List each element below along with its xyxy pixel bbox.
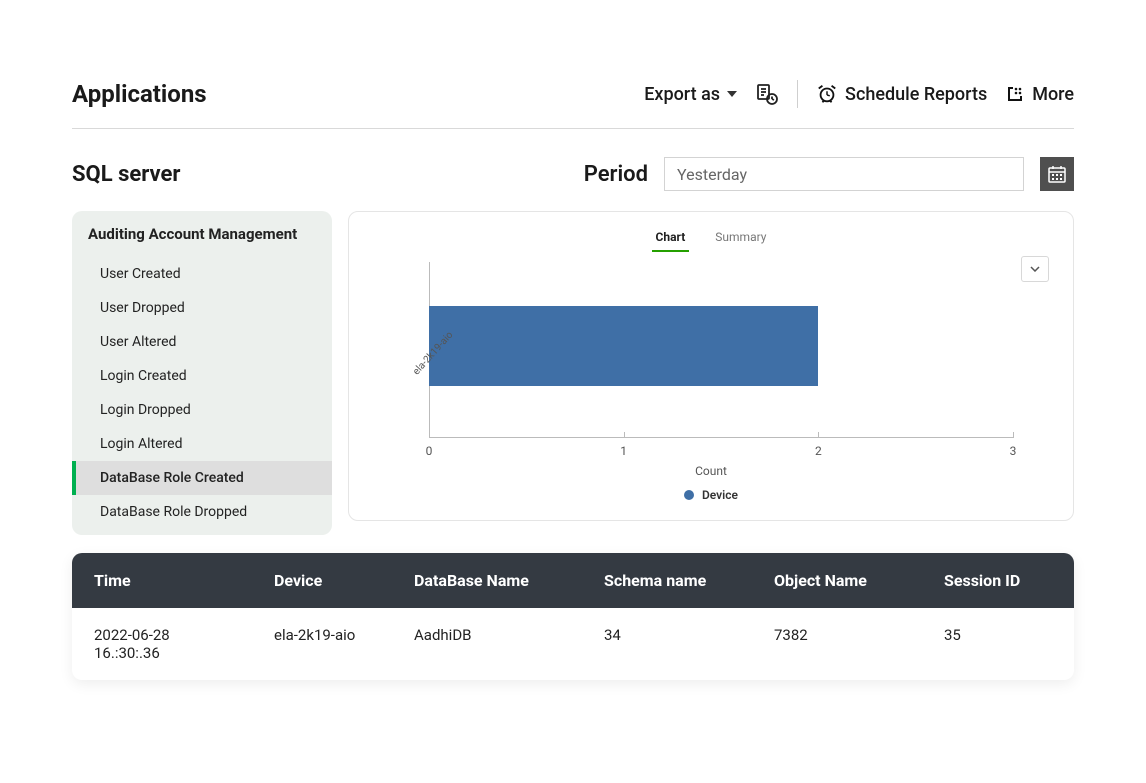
sidebar-item-user-dropped[interactable]: User Dropped — [72, 291, 332, 325]
chart-card: ChartSummary 0123ela-2k19-aio Count Devi… — [348, 211, 1074, 521]
chart-legend: Device — [369, 488, 1053, 502]
legend-swatch — [684, 490, 694, 500]
col-time[interactable]: Time — [72, 553, 252, 608]
x-axis — [429, 437, 1013, 438]
period-label: Period — [584, 162, 648, 187]
legend-label: Device — [702, 488, 738, 502]
sidebar-item-database-role-created[interactable]: DataBase Role Created — [72, 461, 332, 495]
sidebar-item-user-created[interactable]: User Created — [72, 257, 332, 291]
schedule-reports-button[interactable]: Schedule Reports — [816, 83, 987, 105]
caret-down-icon — [727, 91, 737, 97]
export-as-button[interactable]: Export as — [644, 84, 737, 105]
x-tick — [1013, 432, 1014, 438]
chevron-down-icon — [1030, 266, 1040, 272]
period-select-value: Yesterday — [677, 165, 747, 184]
chart-tab-chart[interactable]: Chart — [652, 224, 690, 252]
bar-ela-2k19-aio[interactable] — [429, 306, 818, 386]
chart-tab-summary[interactable]: Summary — [711, 224, 770, 252]
more-button[interactable]: More — [1005, 84, 1074, 105]
period-select[interactable]: Yesterday — [664, 157, 1024, 191]
x-tick-label: 1 — [620, 444, 627, 458]
scheduled-export-icon[interactable] — [755, 82, 779, 106]
x-tick — [624, 432, 625, 438]
results-table: Time Device DataBase Name Schema name Ob… — [72, 553, 1074, 680]
table-row[interactable]: 2022-06-28 16.:30:.36ela-2k19-aioAadhiDB… — [72, 608, 1074, 680]
page-title: Applications — [72, 80, 207, 108]
x-tick — [818, 432, 819, 438]
header-divider — [797, 80, 798, 108]
alarm-clock-icon — [816, 83, 838, 105]
cell-schema: 34 — [582, 608, 752, 680]
export-as-label: Export as — [644, 84, 720, 105]
sidebar-item-login-created[interactable]: Login Created — [72, 359, 332, 393]
x-tick-label: 0 — [426, 444, 433, 458]
x-axis-label: Count — [369, 464, 1053, 478]
sidebar-item-user-altered[interactable]: User Altered — [72, 325, 332, 359]
sidebar-title: Auditing Account Management — [72, 211, 332, 257]
sidebar-item-database-role-dropped[interactable]: DataBase Role Dropped — [72, 495, 332, 529]
more-label: More — [1032, 84, 1074, 105]
col-device[interactable]: Device — [252, 553, 392, 608]
report-category-sidebar: Auditing Account Management User Created… — [72, 211, 332, 535]
sidebar-item-login-dropped[interactable]: Login Dropped — [72, 393, 332, 427]
bar-chart: 0123ela-2k19-aio — [429, 262, 1013, 462]
calendar-icon — [1047, 164, 1067, 184]
col-object[interactable]: Object Name — [752, 553, 922, 608]
col-session[interactable]: Session ID — [922, 553, 1074, 608]
subheader-row: SQL server Period Yesterday — [72, 157, 1074, 191]
x-tick-label: 2 — [815, 444, 822, 458]
schedule-reports-label: Schedule Reports — [845, 84, 987, 105]
header-actions: Export as Schedule Reports — [644, 80, 1074, 108]
chart-options-button[interactable] — [1021, 256, 1049, 282]
cell-session: 35 — [922, 608, 1074, 680]
sidebar-item-login-altered[interactable]: Login Altered — [72, 427, 332, 461]
calendar-button[interactable] — [1040, 157, 1074, 191]
table-header-row: Time Device DataBase Name Schema name Ob… — [72, 553, 1074, 608]
col-schema[interactable]: Schema name — [582, 553, 752, 608]
period-control: Period Yesterday — [584, 157, 1074, 191]
x-tick-label: 3 — [1010, 444, 1017, 458]
section-title: SQL server — [72, 162, 180, 187]
chart-view-tabs: Chart Summary — [369, 224, 1053, 252]
page-header: Applications Export as — [72, 80, 1074, 129]
more-options-icon — [1005, 84, 1025, 104]
cell-device: ela-2k19-aio — [252, 608, 392, 680]
x-tick — [429, 432, 430, 438]
cell-object: 7382 — [752, 608, 922, 680]
cell-db-name: AadhiDB — [392, 608, 582, 680]
cell-time: 2022-06-28 16.:30:.36 — [72, 608, 252, 680]
col-db-name[interactable]: DataBase Name — [392, 553, 582, 608]
